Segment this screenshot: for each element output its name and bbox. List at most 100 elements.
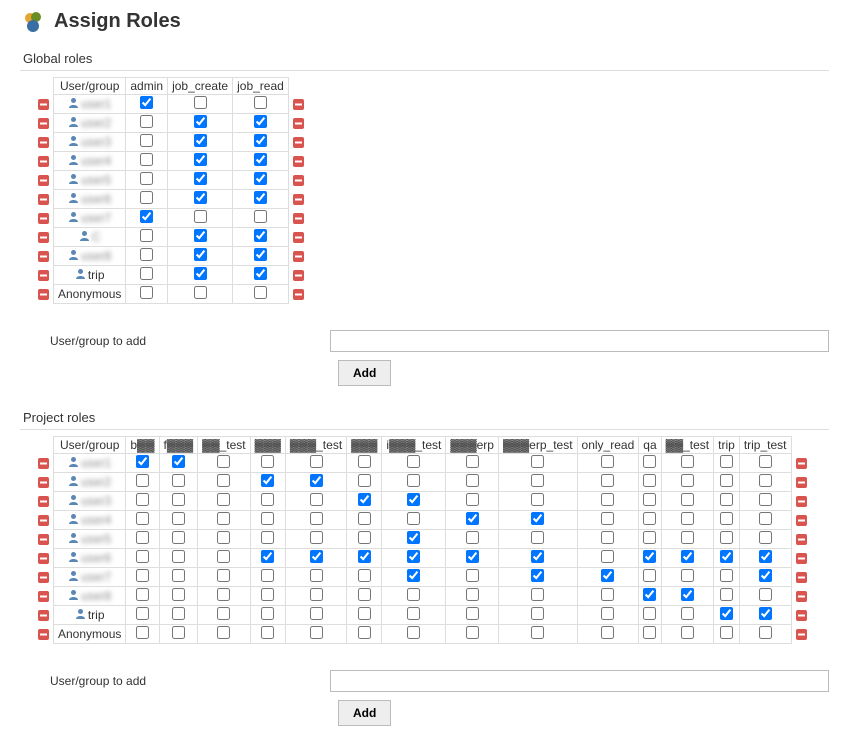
role-checkbox[interactable] bbox=[358, 626, 371, 639]
role-checkbox[interactable] bbox=[643, 607, 656, 620]
role-checkbox[interactable] bbox=[172, 474, 185, 487]
remove-icon[interactable] bbox=[38, 515, 49, 526]
role-checkbox[interactable] bbox=[466, 607, 479, 620]
role-checkbox[interactable] bbox=[172, 626, 185, 639]
role-checkbox[interactable] bbox=[407, 474, 420, 487]
role-checkbox[interactable] bbox=[759, 550, 772, 563]
remove-icon[interactable] bbox=[796, 572, 807, 583]
remove-icon[interactable] bbox=[293, 232, 304, 243]
role-checkbox[interactable] bbox=[217, 607, 230, 620]
role-checkbox[interactable] bbox=[136, 626, 149, 639]
role-checkbox[interactable] bbox=[194, 172, 207, 185]
role-checkbox[interactable] bbox=[254, 210, 267, 223]
role-checkbox[interactable] bbox=[172, 455, 185, 468]
role-checkbox[interactable] bbox=[466, 512, 479, 525]
role-checkbox[interactable] bbox=[310, 626, 323, 639]
role-checkbox[interactable] bbox=[643, 512, 656, 525]
role-checkbox[interactable] bbox=[254, 191, 267, 204]
role-checkbox[interactable] bbox=[601, 626, 614, 639]
role-checkbox[interactable] bbox=[681, 493, 694, 506]
remove-icon[interactable] bbox=[38, 194, 49, 205]
role-checkbox[interactable] bbox=[254, 115, 267, 128]
role-checkbox[interactable] bbox=[681, 550, 694, 563]
remove-icon[interactable] bbox=[38, 289, 49, 300]
remove-icon[interactable] bbox=[38, 477, 49, 488]
role-checkbox[interactable] bbox=[140, 134, 153, 147]
role-checkbox[interactable] bbox=[681, 607, 694, 620]
role-checkbox[interactable] bbox=[759, 512, 772, 525]
role-checkbox[interactable] bbox=[759, 588, 772, 601]
role-checkbox[interactable] bbox=[358, 531, 371, 544]
role-checkbox[interactable] bbox=[261, 474, 274, 487]
role-checkbox[interactable] bbox=[720, 626, 733, 639]
role-checkbox[interactable] bbox=[140, 210, 153, 223]
role-checkbox[interactable] bbox=[681, 569, 694, 582]
role-checkbox[interactable] bbox=[136, 531, 149, 544]
role-checkbox[interactable] bbox=[358, 550, 371, 563]
role-checkbox[interactable] bbox=[720, 493, 733, 506]
role-checkbox[interactable] bbox=[681, 588, 694, 601]
role-checkbox[interactable] bbox=[254, 172, 267, 185]
remove-icon[interactable] bbox=[293, 289, 304, 300]
role-checkbox[interactable] bbox=[720, 512, 733, 525]
role-checkbox[interactable] bbox=[217, 474, 230, 487]
role-checkbox[interactable] bbox=[217, 569, 230, 582]
role-checkbox[interactable] bbox=[407, 588, 420, 601]
role-checkbox[interactable] bbox=[140, 248, 153, 261]
remove-icon[interactable] bbox=[796, 610, 807, 621]
remove-icon[interactable] bbox=[293, 118, 304, 129]
role-checkbox[interactable] bbox=[720, 550, 733, 563]
remove-icon[interactable] bbox=[293, 194, 304, 205]
role-checkbox[interactable] bbox=[407, 626, 420, 639]
role-checkbox[interactable] bbox=[466, 455, 479, 468]
role-checkbox[interactable] bbox=[407, 512, 420, 525]
role-checkbox[interactable] bbox=[217, 493, 230, 506]
role-checkbox[interactable] bbox=[531, 512, 544, 525]
role-checkbox[interactable] bbox=[601, 607, 614, 620]
role-checkbox[interactable] bbox=[759, 607, 772, 620]
role-checkbox[interactable] bbox=[720, 455, 733, 468]
remove-icon[interactable] bbox=[38, 496, 49, 507]
role-checkbox[interactable] bbox=[531, 455, 544, 468]
role-checkbox[interactable] bbox=[194, 191, 207, 204]
role-checkbox[interactable] bbox=[172, 569, 185, 582]
role-checkbox[interactable] bbox=[531, 531, 544, 544]
role-checkbox[interactable] bbox=[261, 626, 274, 639]
role-checkbox[interactable] bbox=[466, 588, 479, 601]
role-checkbox[interactable] bbox=[172, 550, 185, 563]
role-checkbox[interactable] bbox=[217, 550, 230, 563]
remove-icon[interactable] bbox=[293, 251, 304, 262]
role-checkbox[interactable] bbox=[194, 96, 207, 109]
role-checkbox[interactable] bbox=[601, 455, 614, 468]
role-checkbox[interactable] bbox=[643, 531, 656, 544]
role-checkbox[interactable] bbox=[194, 134, 207, 147]
role-checkbox[interactable] bbox=[136, 455, 149, 468]
remove-icon[interactable] bbox=[293, 156, 304, 167]
role-checkbox[interactable] bbox=[310, 512, 323, 525]
remove-icon[interactable] bbox=[293, 213, 304, 224]
remove-icon[interactable] bbox=[293, 99, 304, 110]
role-checkbox[interactable] bbox=[643, 493, 656, 506]
role-checkbox[interactable] bbox=[254, 267, 267, 280]
remove-icon[interactable] bbox=[38, 137, 49, 148]
role-checkbox[interactable] bbox=[310, 569, 323, 582]
role-checkbox[interactable] bbox=[720, 474, 733, 487]
role-checkbox[interactable] bbox=[407, 569, 420, 582]
role-checkbox[interactable] bbox=[407, 607, 420, 620]
role-checkbox[interactable] bbox=[681, 455, 694, 468]
role-checkbox[interactable] bbox=[759, 569, 772, 582]
role-checkbox[interactable] bbox=[720, 607, 733, 620]
role-checkbox[interactable] bbox=[261, 588, 274, 601]
role-checkbox[interactable] bbox=[310, 550, 323, 563]
role-checkbox[interactable] bbox=[140, 229, 153, 242]
role-checkbox[interactable] bbox=[194, 115, 207, 128]
role-checkbox[interactable] bbox=[172, 531, 185, 544]
role-checkbox[interactable] bbox=[643, 455, 656, 468]
role-checkbox[interactable] bbox=[531, 550, 544, 563]
role-checkbox[interactable] bbox=[217, 588, 230, 601]
role-checkbox[interactable] bbox=[194, 267, 207, 280]
role-checkbox[interactable] bbox=[261, 607, 274, 620]
role-checkbox[interactable] bbox=[358, 493, 371, 506]
global-add-button[interactable]: Add bbox=[338, 360, 391, 386]
role-checkbox[interactable] bbox=[601, 512, 614, 525]
